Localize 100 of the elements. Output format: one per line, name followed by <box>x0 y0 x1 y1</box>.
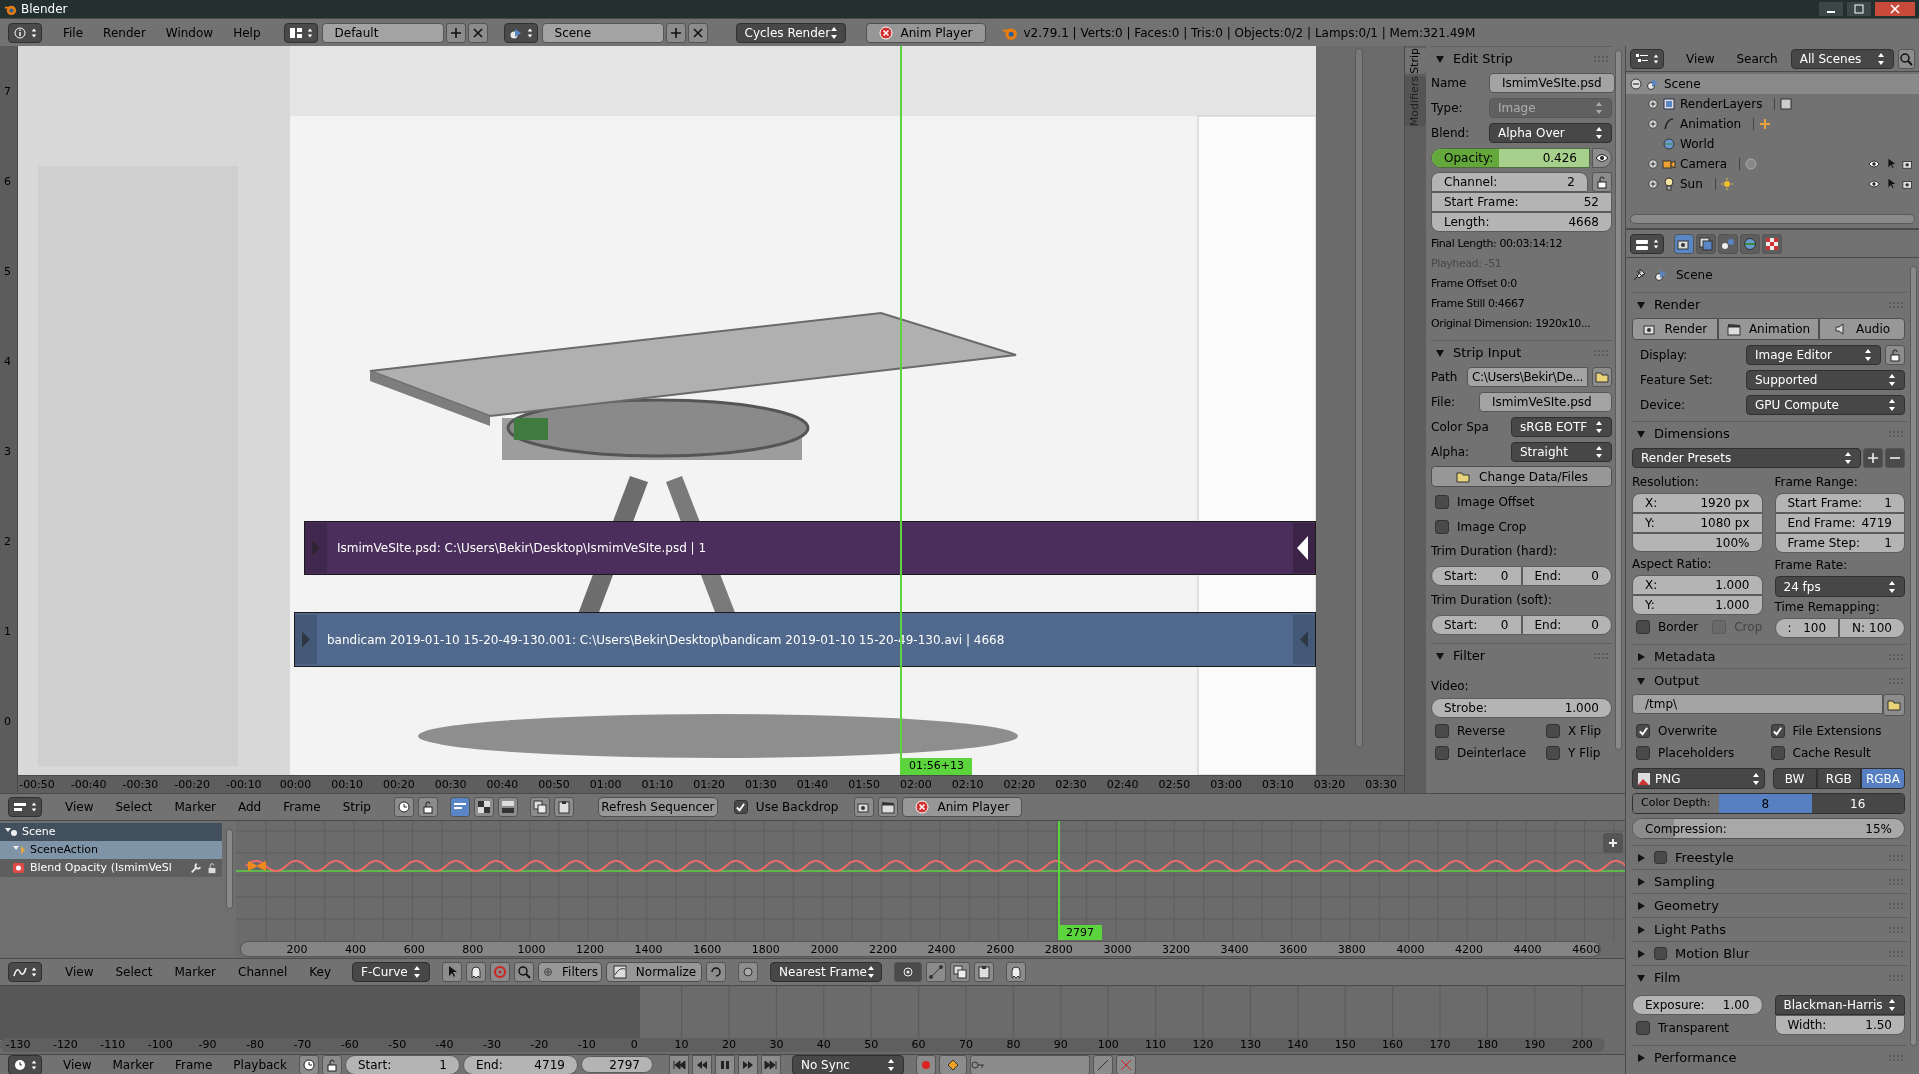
sidebar-tab[interactable]: Strip <box>1405 48 1426 74</box>
color-space-dropdown[interactable]: sRGB EOTF <box>1511 416 1612 437</box>
toggle-button[interactable]: 8 <box>1719 794 1812 813</box>
presets-dropdown[interactable]: Render Presets <box>1632 448 1861 468</box>
number-field[interactable]: Start Frame: 52 <box>1431 192 1612 212</box>
number-field[interactable]: Start: 0 <box>1431 565 1522 586</box>
number-field[interactable]: Frame Step: 1 <box>1774 533 1905 553</box>
menu-item[interactable]: View <box>56 798 103 816</box>
number-field[interactable]: X: 1920 px <box>1632 493 1763 513</box>
dropdown[interactable]: GPU Compute <box>1746 394 1905 415</box>
menu-item[interactable]: Search <box>1727 49 1787 68</box>
render-button[interactable]: Audio <box>1819 318 1905 340</box>
dropdown[interactable]: Supported <box>1746 369 1905 390</box>
channel-row[interactable]: SceneAction <box>0 841 222 859</box>
blend-dropdown[interactable]: Alpha Over <box>1489 122 1612 143</box>
menu-item[interactable]: Help <box>224 23 270 42</box>
name-field[interactable]: IsmimVeSIte.psd <box>1489 72 1615 93</box>
panel-title[interactable]: Geometry <box>1654 895 1719 916</box>
number-field[interactable]: Strobe: 1.000 <box>1431 697 1612 718</box>
menu-item[interactable]: Frame <box>274 798 330 816</box>
panel-title[interactable]: Film <box>1654 967 1681 988</box>
change-data-button[interactable]: Change Data/Files <box>1431 466 1612 487</box>
panel-title[interactable]: Light Paths <box>1654 919 1726 940</box>
menu-item[interactable]: View <box>54 1055 101 1074</box>
normalize-button[interactable]: Normalize <box>606 962 703 982</box>
menu-item[interactable]: Marker <box>165 798 225 816</box>
panel-title[interactable]: Performance <box>1654 1047 1737 1068</box>
current-frame-field[interactable]: 2797 <box>580 1056 653 1073</box>
menu-item[interactable]: File <box>54 23 93 42</box>
menu-item[interactable]: View <box>56 963 103 981</box>
panel-title[interactable]: Sampling <box>1654 871 1715 892</box>
filter-dropdown[interactable]: Blackman-Harris <box>1774 995 1905 1015</box>
number-field[interactable]: Length: 4668 <box>1431 212 1612 232</box>
number-field[interactable]: Channel: 2 <box>1431 172 1588 192</box>
toggle-button[interactable]: RGBA <box>1860 768 1905 789</box>
tree-item[interactable]: Scene <box>1626 74 1919 94</box>
path-field[interactable]: C:\Users\Bekir\De... <box>1467 366 1589 387</box>
snap-dropdown[interactable]: Nearest Frame <box>770 962 883 982</box>
menu-item[interactable]: Channel <box>229 963 297 981</box>
render-engine-dropdown[interactable]: Cycles Render <box>735 22 846 43</box>
menu-item[interactable]: View <box>1677 49 1724 68</box>
number-field[interactable]: Start: 0 <box>1431 614 1522 635</box>
menu-item[interactable]: Marker <box>103 1055 163 1074</box>
number-field[interactable]: Start: 1 <box>344 1054 460 1074</box>
panel-title[interactable]: Render <box>1654 294 1701 315</box>
display-mode-dropdown[interactable]: All Scenes <box>1790 48 1894 69</box>
timeline-scrollbar[interactable]: 200 400 600 800 1000 1200 1400 1600 1800 2000 2200 2400 2600 2800 3000 3200 3400 3600 3800 4000 4200 4400 4600 <box>240 941 1601 957</box>
sequencer-strip[interactable]: IsmimVeSIte.psd: C:\Users\Bekir\Desktop\IsmimVeSIte.psd | 1 <box>304 521 1316 575</box>
number-field[interactable]: : 100 <box>1774 618 1840 638</box>
number-field[interactable]: End: 0 <box>1521 565 1612 586</box>
menu-item[interactable]: Marker <box>165 963 225 981</box>
menu-item[interactable]: Select <box>106 798 162 816</box>
number-field[interactable]: End Frame: 4719 <box>1774 513 1905 533</box>
number-field[interactable]: Y: 1080 px <box>1632 513 1763 533</box>
toggle-button[interactable]: 16 <box>1811 794 1904 813</box>
menu-item[interactable]: Frame <box>165 1055 222 1074</box>
compression-slider[interactable]: Compression: 15% <box>1632 818 1905 839</box>
scene-field[interactable]: Scene <box>541 22 664 43</box>
file-field[interactable]: IsmimVeSIte.psd <box>1479 391 1612 412</box>
dropdown[interactable]: Image Editor <box>1746 344 1881 365</box>
opacity-slider[interactable]: Opacity: 0.426 <box>1431 147 1590 168</box>
number-field[interactable]: Exposure: 1.00 <box>1632 995 1763 1015</box>
menu-item[interactable]: Add <box>229 798 271 816</box>
layout-field[interactable]: Default <box>321 22 444 43</box>
panel-title[interactable]: Output <box>1654 670 1700 691</box>
anim-player-button[interactable]: Anim Player <box>865 22 986 43</box>
panel-title[interactable]: Motion Blur <box>1675 943 1750 964</box>
refresh-sequencer-button[interactable]: Refresh Sequencer <box>597 797 718 817</box>
panel-title[interactable]: Strip Input <box>1453 342 1522 363</box>
render-button[interactable]: Animation <box>1717 318 1820 340</box>
number-field[interactable]: Start Frame: 1 <box>1774 493 1905 513</box>
anim-player-button[interactable]: Anim Player <box>902 797 1023 817</box>
filters-button[interactable]: Filters <box>538 962 603 982</box>
sync-dropdown[interactable]: No Sync <box>791 1054 904 1074</box>
channel-row[interactable]: Blend Opacity (IsmimVeSl <box>0 859 222 877</box>
toggle-button[interactable]: BW <box>1772 768 1817 789</box>
number-field[interactable]: X: 1.000 <box>1632 575 1763 595</box>
panel-title[interactable]: Freestyle <box>1675 847 1734 868</box>
panel-title[interactable]: Edit Strip <box>1453 48 1513 69</box>
menu-item[interactable]: Strip <box>333 798 380 816</box>
panel-title[interactable]: Metadata <box>1654 646 1716 667</box>
panel-title[interactable]: Dimensions <box>1654 423 1730 444</box>
file-format-dropdown[interactable]: PNG <box>1632 768 1765 789</box>
number-field[interactable]: End: 0 <box>1521 614 1612 635</box>
frame-rate-dropdown[interactable]: 24 fps <box>1774 576 1905 597</box>
render-button[interactable]: Render <box>1632 318 1718 340</box>
number-field[interactable]: N: 100 <box>1839 618 1905 638</box>
number-field[interactable]: Y: 1.000 <box>1632 595 1763 615</box>
alpha-dropdown[interactable]: Straight <box>1511 441 1612 462</box>
number-field[interactable]: End: 4719 <box>462 1054 578 1074</box>
number-field[interactable]: 100% <box>1632 533 1763 552</box>
menu-item[interactable]: Render <box>94 23 155 42</box>
menu-item[interactable]: Playback <box>224 1055 296 1074</box>
panel-title[interactable]: Filter <box>1453 645 1486 666</box>
menu-item[interactable]: Window <box>156 23 223 42</box>
number-field[interactable]: Width: 1.50 <box>1774 1015 1905 1035</box>
menu-item[interactable]: Key <box>300 963 341 981</box>
channel-row[interactable]: Scene <box>0 823 222 841</box>
toggle-button[interactable]: RGB <box>1816 768 1861 789</box>
mode-dropdown[interactable]: F-Curve <box>352 962 431 982</box>
